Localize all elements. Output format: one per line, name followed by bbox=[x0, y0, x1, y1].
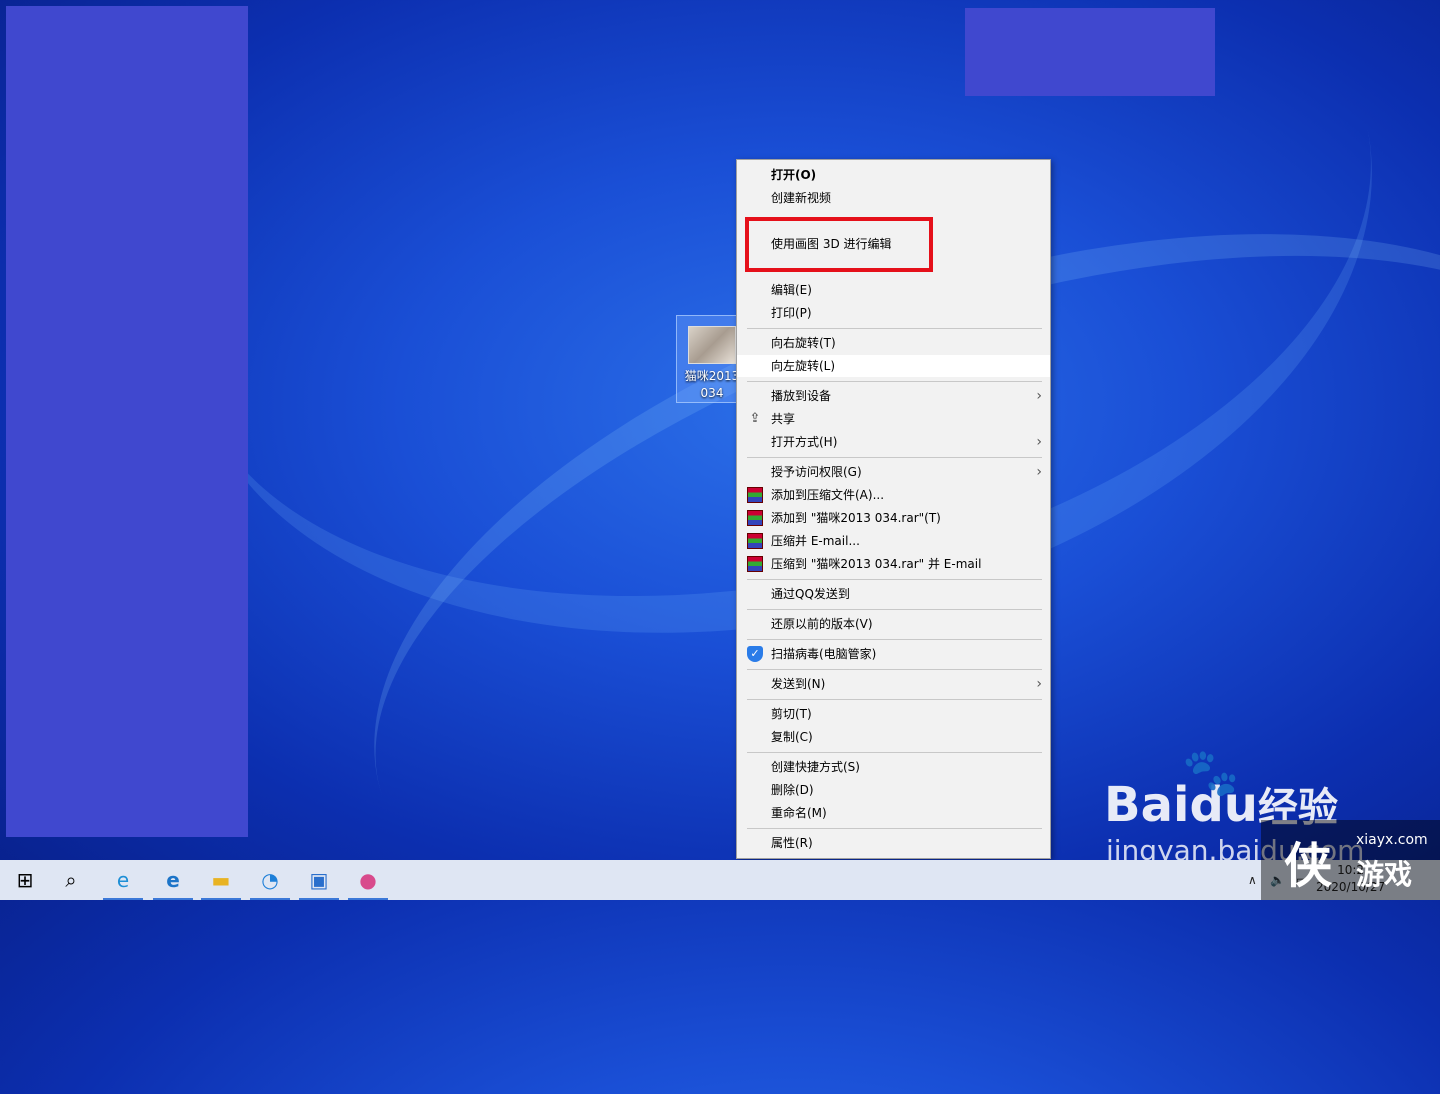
redacted-region bbox=[6, 6, 248, 837]
menu-separator bbox=[747, 609, 1042, 610]
menu-item-cast-to-device[interactable]: 播放到设备 › bbox=[737, 385, 1050, 407]
paint3d-icon[interactable]: ● bbox=[345, 860, 391, 900]
menu-item-cut[interactable]: 剪切(T) bbox=[737, 703, 1050, 725]
chevron-right-icon: › bbox=[1036, 388, 1042, 404]
chevron-right-icon: › bbox=[1036, 434, 1042, 450]
menu-item-properties[interactable]: 属性(R) bbox=[737, 832, 1050, 854]
menu-separator bbox=[747, 381, 1042, 382]
menu-item-rotate-left[interactable]: 向左旋转(L) bbox=[737, 355, 1050, 377]
xiayx-watermark-text: 游戏 bbox=[1356, 858, 1413, 891]
edge-icon[interactable]: e bbox=[150, 860, 196, 900]
menu-item-send-to[interactable]: 发送到(N) › bbox=[737, 673, 1050, 695]
highlight-annotation-box bbox=[745, 217, 933, 272]
menu-item-compress-rar-email[interactable]: 压缩到 "猫咪2013 034.rar" 并 E-mail bbox=[737, 553, 1050, 575]
baidu-paw-icon: 🐾 bbox=[1182, 745, 1240, 799]
menu-separator bbox=[747, 669, 1042, 670]
menu-item-open[interactable]: 打开(O) bbox=[737, 164, 1050, 186]
menu-separator bbox=[747, 579, 1042, 580]
menu-separator bbox=[747, 828, 1042, 829]
share-icon: ⇪ bbox=[749, 411, 761, 426]
winrar-icon bbox=[747, 487, 763, 503]
windows-start-icon[interactable]: ⊞ bbox=[2, 860, 48, 900]
chevron-right-icon: › bbox=[1036, 464, 1042, 480]
menu-separator bbox=[747, 457, 1042, 458]
winrar-icon bbox=[747, 556, 763, 572]
taskbar: ⊞ ⌕ e e ▬ ◔ ▣ ● bbox=[0, 860, 1440, 900]
redacted-region bbox=[965, 8, 1215, 96]
menu-separator bbox=[747, 328, 1042, 329]
menu-separator bbox=[747, 752, 1042, 753]
pc-manager-shield-icon: ✓ bbox=[747, 646, 763, 662]
menu-separator bbox=[747, 699, 1042, 700]
menu-separator bbox=[747, 639, 1042, 640]
search-icon[interactable]: ⌕ bbox=[48, 860, 94, 900]
menu-item-copy[interactable]: 复制(C) bbox=[737, 726, 1050, 748]
winrar-icon bbox=[747, 533, 763, 549]
winrar-icon bbox=[747, 510, 763, 526]
photos-icon[interactable]: ◔ bbox=[247, 860, 293, 900]
menu-item-create-shortcut[interactable]: 创建快捷方式(S) bbox=[737, 756, 1050, 778]
menu-item-send-via-qq[interactable]: 通过QQ发送到 bbox=[737, 583, 1050, 605]
menu-item-give-access[interactable]: 授予访问权限(G) › bbox=[737, 461, 1050, 483]
menu-item-rename[interactable]: 重命名(M) bbox=[737, 802, 1050, 824]
menu-item-edit[interactable]: 编辑(E) bbox=[737, 279, 1050, 301]
menu-item-print[interactable]: 打印(P) bbox=[737, 302, 1050, 324]
xiayx-watermark-url: xiayx.com bbox=[1356, 832, 1428, 848]
menu-item-add-to-rar[interactable]: 添加到 "猫咪2013 034.rar"(T) bbox=[737, 507, 1050, 529]
menu-item-delete[interactable]: 删除(D) bbox=[737, 779, 1050, 801]
menu-item-add-to-archive[interactable]: 添加到压缩文件(A)... bbox=[737, 484, 1050, 506]
xiayx-watermark-logo: 侠 bbox=[1284, 838, 1333, 894]
chevron-right-icon: › bbox=[1036, 676, 1042, 692]
tray-overflow-icon[interactable]: ∧ bbox=[1248, 860, 1257, 900]
menu-item-scan-virus[interactable]: ✓ 扫描病毒(电脑管家) bbox=[737, 643, 1050, 665]
file-explorer-icon[interactable]: ▬ bbox=[198, 860, 244, 900]
menu-item-share[interactable]: ⇪ 共享 bbox=[737, 408, 1050, 430]
menu-item-rotate-right[interactable]: 向右旋转(T) bbox=[737, 332, 1050, 354]
menu-item-open-with[interactable]: 打开方式(H) › bbox=[737, 431, 1050, 453]
menu-item-create-video[interactable]: 创建新视频 bbox=[737, 187, 1050, 209]
menu-item-compress-email[interactable]: 压缩并 E-mail... bbox=[737, 530, 1050, 552]
internet-explorer-icon[interactable]: e bbox=[100, 860, 146, 900]
photo-viewer-icon[interactable]: ▣ bbox=[296, 860, 342, 900]
menu-item-restore-versions[interactable]: 还原以前的版本(V) bbox=[737, 613, 1050, 635]
image-thumbnail-icon bbox=[688, 326, 736, 364]
